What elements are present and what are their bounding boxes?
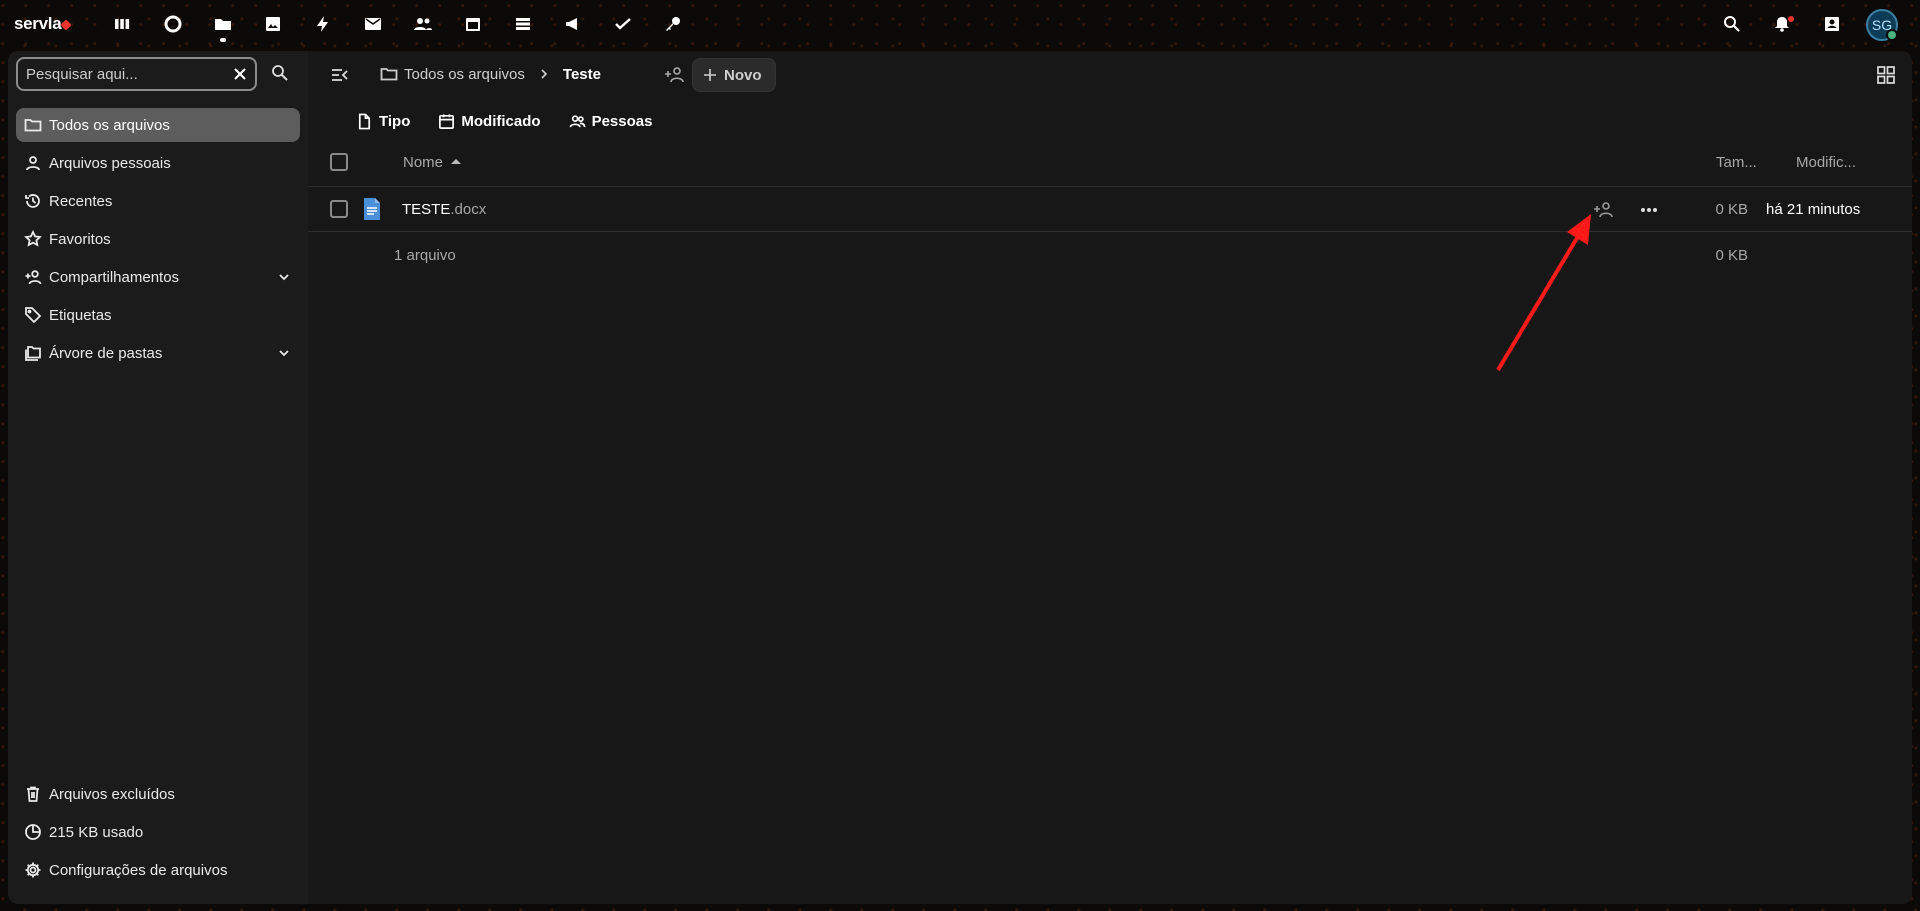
sidebar-item-label: Recentes	[49, 192, 113, 210]
history-icon	[25, 194, 40, 208]
folder-icon	[380, 68, 398, 81]
share-icon	[25, 270, 42, 285]
chevron-right-icon	[541, 69, 548, 79]
sidebar-nav: Todos os arquivos Arquivos pessoais Rece…	[16, 108, 300, 374]
file-icon	[358, 113, 371, 129]
circle-app-icon[interactable]	[161, 12, 185, 36]
deck-icon[interactable]	[511, 12, 535, 36]
sidebar-item-label: Compartilhamentos	[49, 268, 180, 286]
column-header-modified[interactable]: Modific...	[1796, 154, 1856, 171]
grid-view-icon[interactable]	[1876, 65, 1896, 85]
status-online-indicator	[1886, 29, 1898, 41]
breadcrumb-root[interactable]: Todos os arquivos	[380, 65, 525, 83]
column-header-name[interactable]: Nome	[403, 154, 462, 171]
notification-badge	[1788, 16, 1794, 22]
sidebar-item-folder-tree[interactable]: Árvore de pastas	[16, 336, 300, 370]
search-input[interactable]	[26, 59, 226, 89]
gear-icon	[25, 862, 41, 878]
sidebar-item-recent[interactable]: Recentes	[16, 184, 300, 218]
calendar-icon	[439, 113, 455, 129]
sidebar-item-label: Arquivos excluídos	[49, 785, 175, 803]
plus-icon	[704, 69, 716, 81]
contacts-icon[interactable]	[411, 12, 435, 36]
filter-people[interactable]: Pessoas	[569, 107, 652, 135]
user-icon	[26, 156, 40, 171]
pie-chart-icon	[25, 824, 41, 840]
search-box	[16, 57, 257, 91]
search-button-icon[interactable]	[270, 63, 290, 83]
table-row[interactable]: TESTE.docx 0 KB há 21 minutos	[308, 188, 1912, 232]
people-icon	[569, 114, 585, 127]
sidebar-item-shares[interactable]: Compartilhamentos	[16, 260, 300, 294]
sidebar-item-label: Favoritos	[49, 230, 111, 248]
contacts-menu-icon[interactable]	[1820, 12, 1844, 36]
select-all-checkbox[interactable]	[330, 153, 348, 171]
dashboard-icon[interactable]	[110, 12, 134, 36]
share-file-icon[interactable]	[1593, 200, 1615, 220]
more-actions-icon[interactable]	[1638, 200, 1660, 220]
file-count: 1 arquivo	[394, 247, 456, 264]
user-avatar[interactable]: SG	[1866, 9, 1898, 41]
table-header: Nome Tam... Modific...	[308, 137, 1912, 187]
file-name[interactable]: TESTE.docx	[402, 201, 486, 218]
quota-label: 215 KB usado	[49, 823, 144, 841]
sort-ascending-icon	[451, 159, 462, 164]
photos-icon[interactable]	[261, 12, 285, 36]
document-icon	[364, 198, 380, 220]
sidebar-item-tags[interactable]: Etiquetas	[16, 298, 300, 332]
row-checkbox[interactable]	[330, 200, 348, 218]
sidebar-item-label: Árvore de pastas	[49, 344, 163, 362]
files-icon[interactable]	[211, 12, 235, 42]
filter-modified[interactable]: Modificado	[438, 107, 541, 135]
sidebar-footer: Arquivos excluídos 215 KB usado Configur…	[16, 777, 300, 891]
sidebar-item-label: Arquivos pessoais	[49, 154, 171, 172]
star-icon	[24, 230, 42, 247]
total-size: 0 KB	[1715, 247, 1748, 264]
tag-icon	[25, 307, 42, 324]
folder-tree-icon	[25, 346, 41, 361]
activity-icon[interactable]	[311, 12, 335, 36]
filter-type[interactable]: Tipo	[356, 107, 410, 135]
sidebar: Todos os arquivos Arquivos pessoais Rece…	[8, 51, 308, 904]
sidebar-item-label: Etiquetas	[49, 306, 112, 324]
folder-icon	[24, 119, 42, 132]
sidebar-item-label: Configurações de arquivos	[49, 861, 228, 879]
files-app-window: Todos os arquivos Arquivos pessoais Rece…	[8, 51, 1912, 904]
brand-logo[interactable]: servla	[14, 14, 73, 34]
search-icon[interactable]	[1720, 12, 1744, 36]
trash-icon	[27, 786, 39, 802]
filter-bar: Tipo Modificado Pessoas	[356, 107, 680, 135]
toggle-navigation-icon[interactable]	[330, 65, 350, 85]
sidebar-item-personal-files[interactable]: Arquivos pessoais	[16, 146, 300, 180]
mail-icon[interactable]	[361, 12, 385, 36]
file-modified: há 21 minutos	[1766, 201, 1861, 218]
clear-search-icon[interactable]	[231, 65, 249, 83]
sidebar-item-label: Todos os arquivos	[49, 116, 170, 134]
new-button[interactable]: Novo	[692, 58, 776, 92]
announcements-icon[interactable]	[561, 12, 585, 36]
sidebar-item-deleted-files[interactable]: Arquivos excluídos	[16, 777, 300, 811]
top-bar: servla SG	[0, 0, 1920, 50]
table-summary: 1 arquivo 0 KB	[308, 233, 1912, 277]
breadcrumb-current[interactable]: Teste	[563, 66, 601, 83]
sidebar-item-files-settings[interactable]: Configurações de arquivos	[16, 853, 300, 887]
share-folder-icon[interactable]	[664, 65, 686, 85]
file-size: 0 KB	[1715, 201, 1748, 218]
file-list-area: Todos os arquivos Teste Novo Tipo Modifi…	[308, 51, 1912, 904]
tasks-icon[interactable]	[611, 12, 635, 36]
chevron-down-icon[interactable]	[276, 269, 292, 285]
storage-quota: 215 KB usado	[16, 815, 300, 849]
column-header-size[interactable]: Tam...	[1716, 154, 1757, 171]
sidebar-item-all-files[interactable]: Todos os arquivos	[16, 108, 300, 142]
passwords-icon[interactable]	[661, 12, 685, 36]
calendar-icon[interactable]	[461, 12, 485, 36]
chevron-down-icon[interactable]	[276, 345, 292, 361]
sidebar-item-favorites[interactable]: Favoritos	[16, 222, 300, 256]
breadcrumb: Todos os arquivos Teste	[380, 65, 601, 83]
